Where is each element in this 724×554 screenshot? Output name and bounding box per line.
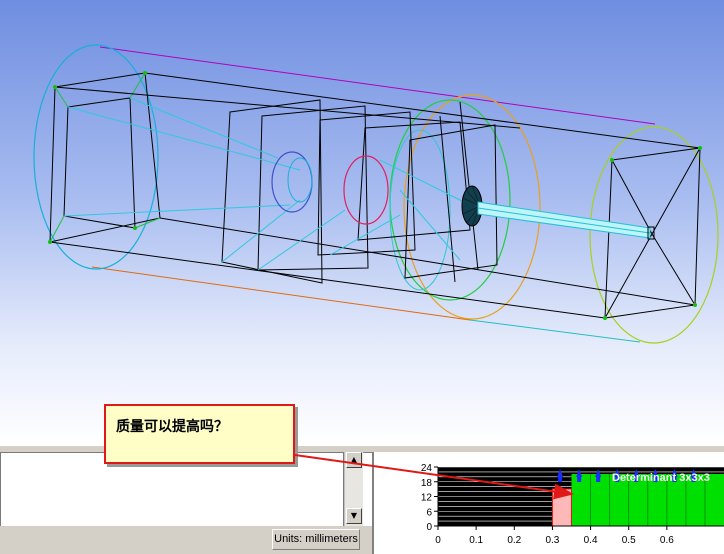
x-tick-label: 0.3	[545, 535, 559, 546]
message-scrollbar[interactable]: ▲ ▼	[344, 452, 363, 526]
callout-text: 质量可以提高吗？	[116, 419, 228, 435]
low-quality-bar	[551, 488, 573, 527]
scroll-down-button[interactable]: ▼	[346, 508, 362, 524]
y-tick-label: 18	[421, 478, 433, 489]
y-tick-label: 12	[421, 493, 433, 504]
mesh-wireframe	[33, 44, 719, 344]
x-tick-label: 0.2	[507, 535, 521, 546]
y-tick-label: 24	[421, 463, 433, 474]
x-tick-label: 0.4	[584, 535, 598, 546]
question-callout: 质量可以提高吗？	[104, 404, 295, 464]
quality-histogram: Determinant 3x3x3 24 18 12 6 00 0.1 0.2 0.3 0.4 0.…	[421, 463, 724, 546]
bar-marker-stem	[596, 476, 601, 482]
bar-marker-stem	[558, 476, 563, 482]
x-tick-label: 0.5	[622, 535, 636, 546]
quality-histogram-panel[interactable]: Determinant 3x3x3 24 18 12 6 0 0 0.1 0.2 0.3 0.4 0.…	[372, 452, 724, 554]
x-tick-label: 0	[435, 535, 441, 546]
histogram-legend: Determinant 3x3x3	[612, 472, 710, 484]
units-button[interactable]: Units: millimeters	[272, 529, 360, 550]
x-tick-label: 0.1	[469, 535, 483, 546]
y-tick-label: 6	[426, 507, 432, 518]
y-tick-label: 0	[426, 522, 432, 533]
graphics-viewport[interactable]	[0, 0, 724, 445]
bar-marker-stem	[577, 476, 582, 482]
message-panel[interactable]	[0, 452, 344, 536]
x-tick-label: 0.6	[660, 535, 674, 546]
scroll-up-button[interactable]: ▲	[346, 452, 362, 468]
